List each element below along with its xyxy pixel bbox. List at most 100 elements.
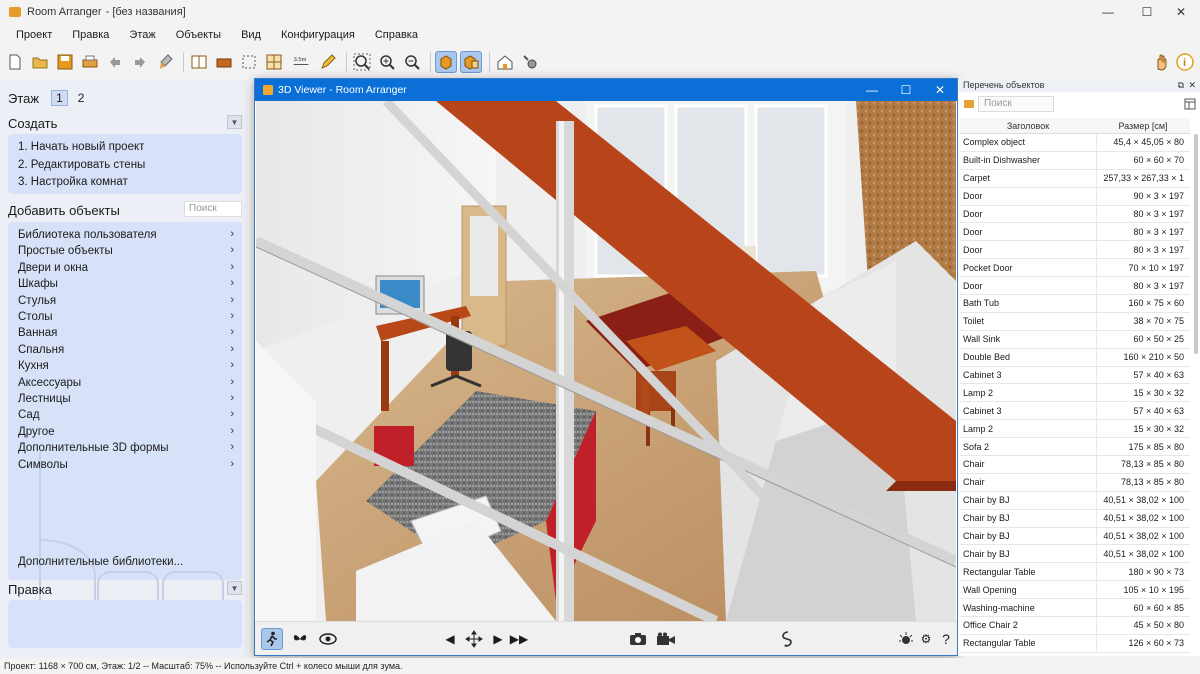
view-3d-room-icon[interactable] bbox=[460, 51, 482, 73]
library-search-input[interactable]: Поиск bbox=[184, 201, 242, 217]
grid-icon[interactable] bbox=[263, 51, 285, 73]
table-row[interactable]: Cabinet 3 57 × 40 × 63 bbox=[960, 402, 1190, 421]
category-item[interactable]: Кухня bbox=[18, 360, 49, 372]
viewer-maximize-button[interactable]: ☐ bbox=[889, 79, 923, 101]
menu-objects[interactable]: Объекты bbox=[166, 29, 231, 41]
viewer-close-button[interactable]: ✕ bbox=[923, 79, 957, 101]
viewer-settings-icon[interactable]: ⚙ bbox=[915, 628, 937, 650]
col-name-header[interactable]: Заголовок bbox=[960, 118, 1096, 133]
lighting-icon[interactable] bbox=[895, 628, 917, 650]
table-row[interactable]: Toilet 38 × 70 × 75 bbox=[960, 312, 1190, 331]
category-item[interactable]: Сад bbox=[18, 409, 40, 421]
floor-2-tab[interactable]: 2 bbox=[74, 91, 89, 105]
menu-help[interactable]: Справка bbox=[365, 29, 428, 41]
menu-config[interactable]: Конфигурация bbox=[271, 29, 365, 41]
panel-close-icon[interactable]: ✕ bbox=[1188, 78, 1196, 92]
table-row[interactable]: Wall Opening 105 × 10 × 195 bbox=[960, 581, 1190, 600]
category-item[interactable]: Стулья bbox=[18, 295, 56, 307]
video-icon[interactable] bbox=[655, 628, 677, 650]
undock-icon[interactable]: ⧉ bbox=[1178, 78, 1184, 92]
rotate-right-icon[interactable]: ▶ bbox=[487, 628, 509, 650]
category-item[interactable]: Аксессуары bbox=[18, 377, 81, 389]
undo-icon[interactable] bbox=[104, 51, 126, 73]
eye-view-icon[interactable] bbox=[317, 628, 339, 650]
close-button[interactable]: ✕ bbox=[1158, 0, 1200, 24]
table-row[interactable]: Carpet 257,33 × 267,33 × 1 bbox=[960, 169, 1190, 188]
create-new-project-link[interactable]: 1. Начать новый проект bbox=[18, 141, 144, 153]
fly-mode-icon[interactable] bbox=[289, 628, 311, 650]
category-item[interactable]: Символы bbox=[18, 459, 68, 471]
table-row[interactable]: Sofa 2 175 × 85 × 80 bbox=[960, 438, 1190, 457]
viewer-minimize-button[interactable]: — bbox=[855, 79, 889, 101]
wall-icon[interactable] bbox=[213, 51, 235, 73]
table-row[interactable]: Chair by BJ 40,51 × 38,02 × 100 bbox=[960, 545, 1190, 564]
table-row[interactable]: Cabinet 3 57 × 40 × 63 bbox=[960, 366, 1190, 385]
info-icon[interactable]: i bbox=[1174, 51, 1196, 73]
save-icon[interactable] bbox=[54, 51, 76, 73]
menu-floor[interactable]: Этаж bbox=[119, 29, 165, 41]
open-folder-icon[interactable] bbox=[29, 51, 51, 73]
floor-1-tab[interactable]: 1 bbox=[51, 90, 68, 106]
zoom-out-icon[interactable] bbox=[401, 51, 423, 73]
category-item[interactable]: Ванная bbox=[18, 327, 57, 339]
table-row[interactable]: Lamp 2 15 × 30 × 32 bbox=[960, 420, 1190, 439]
table-row[interactable]: Wall Sink 60 × 50 × 25 bbox=[960, 330, 1190, 349]
edit-collapse-icon[interactable]: ▼ bbox=[227, 581, 242, 595]
move-camera-icon[interactable] bbox=[463, 628, 485, 650]
category-item[interactable]: Другое bbox=[18, 426, 55, 438]
redo-icon[interactable] bbox=[129, 51, 151, 73]
rotate-3d-icon[interactable] bbox=[777, 628, 799, 650]
category-item[interactable]: Спальня bbox=[18, 344, 64, 356]
table-row[interactable]: Chair by BJ 40,51 × 38,02 × 100 bbox=[960, 527, 1190, 546]
print-icon[interactable] bbox=[79, 51, 101, 73]
table-row[interactable]: Door 80 × 3 × 197 bbox=[960, 223, 1190, 242]
col-size-header[interactable]: Размер [см] bbox=[1096, 118, 1190, 133]
edit-walls-link[interactable]: 2. Редактировать стены bbox=[18, 159, 145, 171]
table-row[interactable]: Door 90 × 3 × 197 bbox=[960, 187, 1190, 206]
new-file-icon[interactable] bbox=[4, 51, 26, 73]
category-item[interactable]: Дополнительные 3D формы bbox=[18, 442, 169, 454]
table-row[interactable]: Chair 78,13 × 85 × 80 bbox=[960, 473, 1190, 492]
room-plan-icon[interactable] bbox=[188, 51, 210, 73]
more-libraries-link[interactable]: Дополнительные библиотеки... bbox=[18, 556, 183, 568]
table-row[interactable]: Lamp 2 15 × 30 × 32 bbox=[960, 384, 1190, 403]
brush-icon[interactable] bbox=[154, 51, 176, 73]
hand-icon[interactable] bbox=[1150, 51, 1172, 73]
table-row[interactable]: Built-in Dishwasher 60 × 60 × 70 bbox=[960, 151, 1190, 170]
select-area-icon[interactable] bbox=[238, 51, 260, 73]
3d-scene[interactable] bbox=[256, 101, 956, 621]
table-row[interactable]: Complex object 45,4 × 45,05 × 80 bbox=[960, 134, 1190, 152]
settings-3d-icon[interactable] bbox=[519, 51, 541, 73]
table-row[interactable]: Pocket Door 70 × 10 × 197 bbox=[960, 259, 1190, 278]
category-item[interactable]: Библиотека пользователя bbox=[18, 229, 157, 241]
room-settings-link[interactable]: 3. Настройка комнат bbox=[18, 176, 128, 188]
pencil-icon[interactable] bbox=[317, 51, 339, 73]
fast-forward-icon[interactable]: ▶▶ bbox=[508, 628, 530, 650]
category-item[interactable]: Двери и окна bbox=[18, 262, 88, 274]
viewer-help-icon[interactable]: ? bbox=[935, 628, 957, 650]
table-row[interactable]: Chair by BJ 40,51 × 38,02 × 100 bbox=[960, 509, 1190, 528]
view-3d-box-icon[interactable] bbox=[435, 51, 457, 73]
category-item[interactable]: Столы bbox=[18, 311, 53, 323]
table-row[interactable]: Office Chair 2 45 × 50 × 80 bbox=[960, 617, 1190, 635]
category-item[interactable]: Шкафы bbox=[18, 278, 58, 290]
category-item[interactable]: Простые объекты bbox=[18, 245, 113, 257]
table-options-icon[interactable] bbox=[1184, 98, 1196, 110]
objects-scrollbar[interactable] bbox=[1194, 134, 1198, 354]
walk-mode-icon[interactable] bbox=[261, 628, 283, 650]
house-icon[interactable] bbox=[494, 51, 516, 73]
category-item[interactable]: Лестницы bbox=[18, 393, 71, 405]
table-row[interactable]: Washing-machine 60 × 60 × 85 bbox=[960, 599, 1190, 618]
menu-project[interactable]: Проект bbox=[6, 29, 62, 41]
rotate-left-icon[interactable]: ◀ bbox=[439, 628, 461, 650]
measure-icon[interactable]: 3.5m bbox=[288, 51, 314, 73]
zoom-fit-icon[interactable] bbox=[351, 51, 373, 73]
create-collapse-icon[interactable]: ▼ bbox=[227, 115, 242, 129]
table-row[interactable]: Rectangular Table 126 × 60 × 73 bbox=[960, 634, 1190, 653]
table-row[interactable]: Bath Tub 160 × 75 × 60 bbox=[960, 295, 1190, 313]
table-row[interactable]: Door 80 × 3 × 197 bbox=[960, 277, 1190, 296]
camera-icon[interactable] bbox=[627, 628, 649, 650]
table-row[interactable]: Double Bed 160 × 210 × 50 bbox=[960, 348, 1190, 367]
objects-search-input[interactable]: Поиск bbox=[978, 96, 1054, 112]
table-row[interactable]: Door 80 × 3 × 197 bbox=[960, 205, 1190, 224]
